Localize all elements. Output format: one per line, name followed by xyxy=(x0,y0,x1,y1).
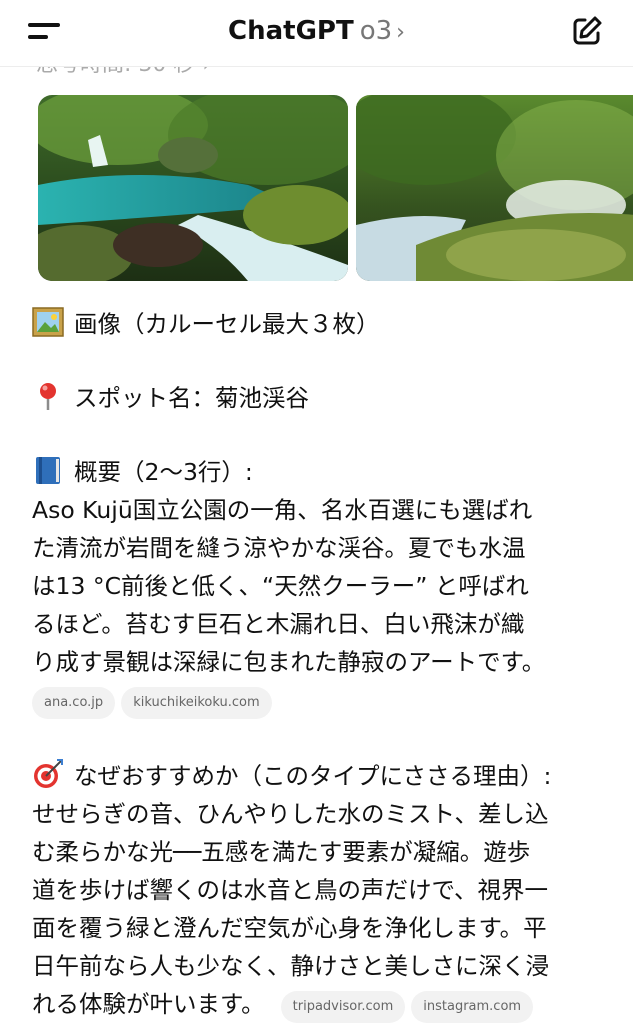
chevron-right-icon: › xyxy=(396,20,405,45)
framed-picture-icon xyxy=(32,307,64,337)
why-line-last: れる体験が叶います。 tripadvisor.com instagram.com xyxy=(32,985,612,1025)
why-recommend-heading: なぜおすすめか（このタイプにささる理由）: xyxy=(32,757,612,795)
message-content: 画像（カルーセル最大３枚） スポット名：菊池渓谷 概要（2〜3行）: Aso K… xyxy=(32,305,612,1025)
source-chip[interactable]: tripadvisor.com xyxy=(280,991,406,1023)
pin-icon xyxy=(40,383,56,410)
why-line: 日午前なら人も少なく、静けさと美しさに深く浸 xyxy=(32,952,549,980)
why-line: 道を歩けば響くのは水音と鳥の声だけで、視界一 xyxy=(32,876,549,904)
source-chip[interactable]: instagram.com xyxy=(411,991,534,1023)
summary-heading: 概要（2〜3行）: xyxy=(32,453,612,491)
image-carousel[interactable] xyxy=(38,95,633,281)
summary-line: るほど。苔むす巨石と木漏れ日、白い飛沫が織 xyxy=(32,610,525,638)
forest-stream-image[interactable] xyxy=(356,95,633,281)
why-line: む柔らかな光──五感を満たす要素が凝縮。遊歩 xyxy=(32,838,531,866)
why-line: せせらぎの音、ひんやりした水のミスト、差し込 xyxy=(32,800,549,828)
summary-line: た清流が岩間を縫う涼やかな渓谷。夏でも水温 xyxy=(32,534,526,562)
why-line: 面を覆う緑と澄んだ空気が心身を浄化します。平 xyxy=(32,914,547,942)
image-section-heading: 画像（カルーセル最大３枚） xyxy=(32,305,612,343)
source-chips: tripadvisor.com instagram.com xyxy=(280,987,539,1025)
direct-hit-icon xyxy=(34,759,63,788)
source-chips: ana.co.jp kikuchikeikoku.com xyxy=(32,687,612,721)
source-chip[interactable]: ana.co.jp xyxy=(32,687,116,719)
model-name: o3 xyxy=(359,16,393,46)
summary-line: は13 °C前後と低く、“天然クーラー” と呼ばれ xyxy=(32,572,529,600)
model-selector[interactable]: ChatGPT o3 › xyxy=(0,14,633,50)
source-chip[interactable]: kikuchikeikoku.com xyxy=(121,687,272,719)
spot-name-heading: スポット名：菊池渓谷 xyxy=(32,379,612,417)
top-bar: ChatGPT o3 › xyxy=(0,0,633,67)
waterfall-image[interactable] xyxy=(38,95,348,281)
app-title: ChatGPT xyxy=(228,16,354,46)
summary-line: Aso Kujū国立公園の一角、名水百選にも選ばれ xyxy=(32,496,533,524)
blue-book-icon xyxy=(36,457,60,484)
summary-line: り成す景観は深緑に包まれた静寂のアートです。 xyxy=(32,648,546,676)
compose-icon[interactable] xyxy=(570,14,604,48)
